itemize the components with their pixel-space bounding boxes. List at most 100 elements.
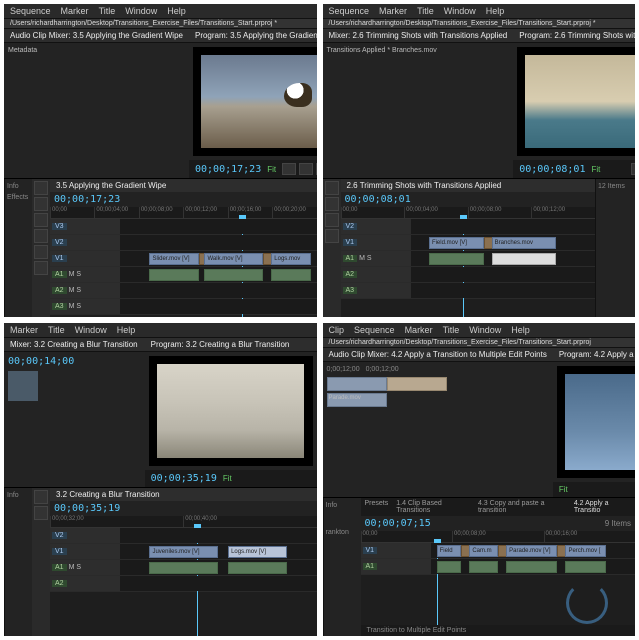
step-back-button[interactable] bbox=[282, 163, 296, 175]
time-ruler[interactable]: 00;00 00;00;04;00 00;00;08;00 00;00;12;0… bbox=[341, 207, 596, 219]
clip-video[interactable]: Juveniles.mov [V] bbox=[149, 546, 218, 558]
menu-window[interactable]: Window bbox=[75, 325, 107, 335]
menu-title[interactable]: Title bbox=[443, 325, 460, 335]
clip-audio[interactable] bbox=[565, 561, 606, 573]
track-a1[interactable]: A1 bbox=[363, 563, 378, 570]
menu-help[interactable]: Help bbox=[167, 6, 186, 16]
source-monitor[interactable]: 0;00;12;00 0;00;12;00 Parade.mov bbox=[323, 362, 553, 497]
clip-video[interactable]: Walk.mov [V] bbox=[204, 253, 263, 265]
track-v1[interactable]: V1 bbox=[343, 239, 358, 246]
timeline-timecode[interactable]: 00;00;17;23 bbox=[54, 194, 120, 205]
razor-tool-icon[interactable] bbox=[34, 213, 48, 227]
track-a3[interactable]: A3 bbox=[343, 287, 358, 294]
menu-window[interactable]: Window bbox=[469, 325, 501, 335]
clip-video[interactable]: Slider.mov [V] bbox=[149, 253, 198, 265]
track-a2[interactable]: A2 bbox=[343, 271, 358, 278]
clip-audio[interactable] bbox=[429, 253, 484, 265]
track-a1[interactable]: A1 bbox=[343, 255, 358, 262]
program-monitor[interactable] bbox=[149, 356, 313, 466]
menu-title[interactable]: Title bbox=[99, 6, 116, 16]
menu-clip[interactable]: Clip bbox=[329, 325, 345, 335]
metadata-tab[interactable]: Metadata bbox=[8, 47, 37, 54]
fit-dropdown[interactable]: Fit bbox=[267, 165, 276, 174]
menu-sequence[interactable]: Sequence bbox=[329, 6, 370, 16]
ripple-tool-icon[interactable] bbox=[325, 197, 339, 211]
sequence-tab[interactable]: 3.5 Applying the Gradient Wipe bbox=[56, 181, 166, 190]
hand-tool-icon[interactable] bbox=[34, 261, 48, 275]
clip-audio[interactable] bbox=[149, 269, 198, 281]
program-monitor[interactable] bbox=[193, 47, 317, 156]
track-v2[interactable]: V2 bbox=[343, 223, 358, 230]
slip-tool-icon[interactable] bbox=[325, 229, 339, 243]
track-a3[interactable]: A3 bbox=[52, 303, 67, 310]
menu-title[interactable]: Title bbox=[417, 6, 434, 16]
play-button[interactable] bbox=[299, 163, 313, 175]
clip-video[interactable]: Parade.mov [V] bbox=[506, 545, 557, 557]
sequence-tab[interactable]: 3.2 Creating a Blur Transition bbox=[56, 490, 160, 499]
pen-tool-icon[interactable] bbox=[34, 245, 48, 259]
fit-dropdown[interactable]: Fit bbox=[559, 485, 568, 494]
clip-video[interactable]: Field.mov [V] bbox=[429, 237, 484, 249]
clip-audio[interactable] bbox=[228, 562, 287, 574]
program-tab[interactable]: Program: 4.2 Apply a Transition to Multi… bbox=[553, 348, 635, 362]
selection-tool-icon[interactable] bbox=[34, 490, 48, 504]
menu-sequence[interactable]: Sequence bbox=[354, 325, 395, 335]
effects-tab[interactable]: Effects bbox=[7, 194, 30, 201]
track-v2[interactable]: V2 bbox=[52, 532, 67, 539]
menu-marker[interactable]: Marker bbox=[379, 6, 407, 16]
sequence-tab[interactable]: 2.6 Trimming Shots with Transitions Appl… bbox=[347, 181, 502, 190]
clip-audio[interactable] bbox=[506, 561, 557, 573]
info-tab[interactable]: Info bbox=[326, 502, 359, 509]
clip-audio[interactable] bbox=[469, 561, 498, 573]
clip-video[interactable]: Branches.mov bbox=[492, 237, 557, 249]
preset-tab[interactable]: 1.4 Clip Based Transitions bbox=[396, 500, 470, 514]
info-tab[interactable]: Info bbox=[7, 183, 30, 190]
menu-window[interactable]: Window bbox=[444, 6, 476, 16]
menu-help[interactable]: Help bbox=[511, 325, 530, 335]
mixer-tab[interactable]: Audio Clip Mixer: 4.2 Apply a Transition… bbox=[323, 348, 553, 362]
clip-audio[interactable] bbox=[204, 269, 263, 281]
timeline-timecode[interactable]: 00;00;35;19 bbox=[54, 503, 120, 514]
source-monitor[interactable]: 00;00;14;00 bbox=[4, 352, 145, 487]
time-ruler[interactable]: 00;00;32;00 00;00;40;00 bbox=[50, 516, 317, 528]
program-tab[interactable]: Program: 3.5 Applying the Gradient Wipe bbox=[189, 29, 317, 43]
program-monitor[interactable] bbox=[557, 366, 635, 478]
preset-tab[interactable]: 4.3 Copy and paste a transition bbox=[478, 500, 566, 514]
track-v1[interactable]: V1 bbox=[52, 255, 67, 262]
clip-audio[interactable] bbox=[271, 269, 310, 281]
track-v1[interactable]: V1 bbox=[52, 548, 67, 555]
mixer-tab[interactable]: Mixer: 2.6 Trimming Shots with Transitio… bbox=[323, 29, 514, 43]
track-a2[interactable]: A2 bbox=[52, 580, 67, 587]
menu-window[interactable]: Window bbox=[125, 6, 157, 16]
mixer-tab[interactable]: Mixer: 3.2 Creating a Blur Transition bbox=[4, 338, 145, 352]
menu-help[interactable]: Help bbox=[117, 325, 136, 335]
step-back-button[interactable] bbox=[631, 163, 635, 175]
track-v3[interactable]: V3 bbox=[52, 223, 67, 230]
clip-video[interactable]: Logs.mov [V] bbox=[228, 546, 287, 558]
time-ruler[interactable]: 00;00 00;00;08;00 00;00;16;00 bbox=[361, 531, 636, 543]
timeline-timecode[interactable]: 00;00;07;15 bbox=[365, 518, 431, 529]
menu-help[interactable]: Help bbox=[486, 6, 505, 16]
clip-audio[interactable] bbox=[437, 561, 462, 573]
program-monitor[interactable] bbox=[517, 47, 635, 156]
razor-tool-icon[interactable] bbox=[325, 213, 339, 227]
preset-tab-active[interactable]: 4.2 Apply a Transitio bbox=[574, 500, 631, 514]
track-v2[interactable]: V2 bbox=[52, 239, 67, 246]
menu-marker[interactable]: Marker bbox=[10, 325, 38, 335]
preset-tab[interactable]: Presets bbox=[365, 500, 389, 514]
ripple-tool-icon[interactable] bbox=[34, 197, 48, 211]
info-tab[interactable]: Info bbox=[7, 492, 30, 499]
track-v1[interactable]: V1 bbox=[363, 547, 378, 554]
mixer-tab[interactable]: Audio Clip Mixer: 3.5 Applying the Gradi… bbox=[4, 29, 189, 43]
track-a1[interactable]: A1 bbox=[52, 271, 67, 278]
timeline-timecode[interactable]: 00;00;08;01 bbox=[345, 194, 411, 205]
clip-video[interactable]: Logs.mov bbox=[271, 253, 310, 265]
menu-sequence[interactable]: Sequence bbox=[10, 6, 51, 16]
clip-video[interactable]: Cam.m bbox=[469, 545, 498, 557]
time-ruler[interactable]: 00;00 00;00;04;00 00;00;08;00 00;00;12;0… bbox=[50, 207, 317, 219]
program-tab[interactable]: Program: 2.6 Trimming Shots with Transit… bbox=[513, 29, 635, 43]
clip-audio[interactable] bbox=[492, 253, 557, 265]
razor-tool-icon[interactable] bbox=[34, 506, 48, 520]
selection-tool-icon[interactable] bbox=[325, 181, 339, 195]
track-a2[interactable]: A2 bbox=[52, 287, 67, 294]
